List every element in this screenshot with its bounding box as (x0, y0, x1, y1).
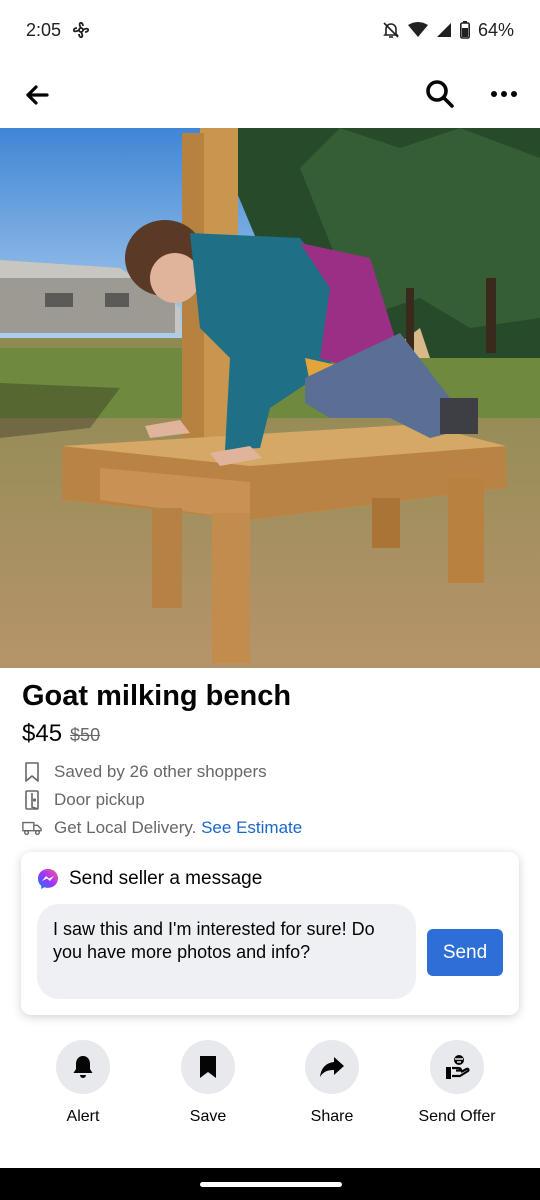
save-circle[interactable] (181, 1040, 235, 1094)
send-offer-label: Send Offer (418, 1108, 496, 1125)
bookmark-outline-icon (22, 761, 42, 783)
alert-circle[interactable] (56, 1040, 110, 1094)
battery-percent: 64% (477, 19, 514, 40)
old-price: $50 (70, 725, 101, 745)
saved-info: Saved by 26 other shoppers (22, 761, 267, 783)
bell-icon (73, 1056, 93, 1078)
delivery-info: Get Local Delivery. See Estimate (22, 817, 302, 839)
battery-icon (459, 21, 470, 39)
home-gesture-handle[interactable] (200, 1182, 342, 1187)
messenger-icon (38, 869, 58, 889)
bookmark-icon (200, 1056, 216, 1078)
status-bar: 2:05 64% (0, 0, 540, 60)
back-arrow-icon (26, 85, 49, 105)
price: $45 (22, 720, 63, 747)
search-button[interactable] (420, 74, 460, 114)
delivery-text: Get Local Delivery. (54, 818, 197, 837)
app-bar (0, 62, 540, 126)
send-offer-button[interactable]: Send Offer (397, 1040, 517, 1126)
pickup-info: Door pickup (22, 789, 145, 811)
status-right: 64% (382, 20, 514, 41)
cell-signal-icon (436, 22, 452, 38)
status-left: 2:05 (26, 20, 91, 41)
wifi-icon (407, 22, 428, 38)
offer-icon (446, 1055, 470, 1079)
share-button[interactable]: Share (272, 1040, 392, 1126)
more-dots-icon (491, 91, 517, 97)
message-input[interactable]: I saw this and I'm interested for sure! … (37, 904, 416, 999)
search-icon (426, 80, 454, 108)
action-bar: Alert Save Share Send Offer (0, 1040, 540, 1130)
truck-icon (22, 817, 42, 839)
message-header-text: Send seller a message (69, 868, 263, 889)
photo-illustration (0, 128, 540, 668)
alert-label: Alert (66, 1108, 100, 1125)
door-icon (22, 789, 42, 811)
message-seller-card: Send seller a message I saw this and I'm… (21, 852, 519, 1015)
system-nav-bar (0, 1168, 540, 1200)
price-row: $45 $50 (22, 720, 100, 748)
message-header: Send seller a message (37, 868, 262, 890)
see-estimate-link[interactable]: See Estimate (201, 818, 302, 837)
status-time: 2:05 (26, 19, 62, 40)
mute-icon (382, 21, 400, 39)
share-circle[interactable] (305, 1040, 359, 1094)
alert-button[interactable]: Alert (23, 1040, 143, 1126)
send-offer-circle[interactable] (430, 1040, 484, 1094)
listing-title: Goat milking bench (22, 680, 292, 712)
delivery-text-wrap: Get Local Delivery. See Estimate (54, 818, 302, 838)
pickup-text: Door pickup (54, 790, 145, 809)
save-label: Save (189, 1108, 227, 1125)
saved-text: Saved by 26 other shoppers (54, 762, 267, 781)
send-button[interactable]: Send (427, 929, 503, 976)
more-options-button[interactable] (484, 74, 524, 114)
share-arrow-icon (320, 1057, 344, 1077)
fan-icon (71, 20, 91, 40)
save-button[interactable]: Save (148, 1040, 268, 1126)
listing-photo[interactable] (0, 128, 540, 668)
share-label: Share (310, 1108, 354, 1125)
back-button[interactable] (18, 76, 56, 114)
